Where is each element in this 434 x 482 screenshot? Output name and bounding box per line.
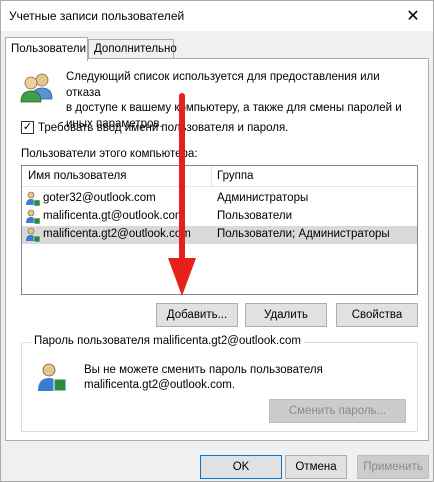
column-header-username[interactable]: Имя пользователя — [28, 170, 126, 182]
table-row[interactable]: goter32@outlook.com Администраторы — [22, 190, 417, 208]
cell-group: Пользователи; Администраторы — [217, 228, 390, 240]
cell-username: malificenta.gt2@outlook.com — [43, 228, 191, 240]
cell-username: malificenta.gt@outlook.com — [43, 210, 185, 222]
column-header-group[interactable]: Группа — [217, 170, 253, 182]
cell-username: goter32@outlook.com — [43, 192, 156, 204]
apply-button[interactable]: Применить — [357, 455, 429, 479]
info-text-line: в доступе к вашему компьютеру, а также д… — [66, 102, 402, 114]
ok-button[interactable]: OK — [200, 455, 282, 479]
cell-group: Пользователи — [217, 210, 293, 222]
users-list-header: Имя пользователя Группа — [22, 166, 417, 187]
password-group-title: Пароль пользователя malificenta.gt2@outl… — [31, 335, 304, 347]
title-bar: Учетные записи пользователей ✕ — [1, 1, 433, 31]
tab-advanced[interactable]: Дополнительно — [88, 39, 177, 59]
change-password-button[interactable]: Сменить пароль... — [269, 399, 406, 423]
password-groupbox: Пароль пользователя malificenta.gt2@outl… — [21, 335, 418, 432]
column-divider[interactable] — [211, 166, 212, 187]
cancel-button[interactable]: Отмена — [285, 455, 347, 479]
table-row-selected[interactable]: malificenta.gt2@outlook.com Пользователи… — [22, 226, 417, 244]
user-properties-button[interactable]: Свойства — [336, 303, 418, 327]
users-group-icon — [20, 73, 53, 103]
user-password-icon — [38, 363, 67, 392]
user-account-icon — [26, 227, 41, 243]
user-account-icon — [26, 209, 41, 225]
add-user-button[interactable]: Добавить... — [156, 303, 238, 327]
require-login-row: ✓ Требовать ввод имени пользователя и па… — [21, 121, 288, 134]
password-info-text: Вы не можете сменить пароль пользователя… — [84, 363, 323, 393]
password-info-line: Вы не можете сменить пароль пользователя — [84, 364, 323, 376]
user-account-icon — [26, 191, 41, 207]
password-info-line: malificenta.gt2@outlook.com. — [84, 379, 236, 391]
users-list[interactable]: Имя пользователя Группа goter32@outlook.… — [21, 165, 418, 295]
cell-group: Администраторы — [217, 192, 309, 204]
info-text-line: Следующий список используется для предос… — [66, 71, 380, 99]
table-row[interactable]: malificenta.gt@outlook.com Пользователи — [22, 208, 417, 226]
remove-user-button[interactable]: Удалить — [245, 303, 327, 327]
users-list-label: Пользователи этого компьютера: — [21, 148, 198, 160]
tab-users[interactable]: Пользователи — [5, 37, 88, 61]
user-accounts-dialog: Учетные записи пользователей ✕ Пользоват… — [0, 0, 434, 482]
require-login-label[interactable]: Требовать ввод имени пользователя и паро… — [38, 122, 288, 134]
close-icon[interactable]: ✕ — [393, 1, 433, 31]
window-title: Учетные записи пользователей — [9, 9, 185, 23]
tab-panel-users: Следующий список используется для предос… — [5, 58, 429, 441]
require-login-checkbox[interactable]: ✓ — [21, 121, 34, 134]
